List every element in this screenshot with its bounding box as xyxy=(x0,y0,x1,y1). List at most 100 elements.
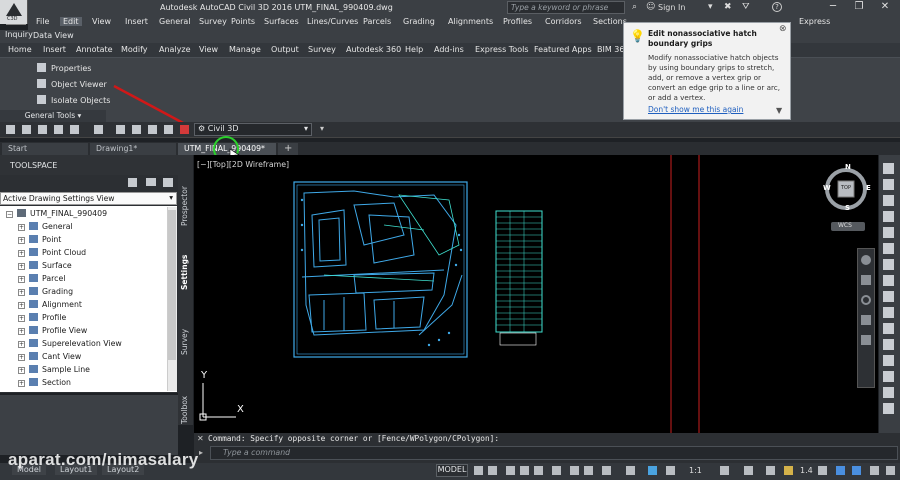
tree-item-point[interactable]: + Point xyxy=(18,235,61,248)
properties-button[interactable]: Properties xyxy=(37,63,91,73)
match-properties-icon[interactable] xyxy=(116,125,125,134)
general-tools-panel-title[interactable]: General Tools ▾ xyxy=(0,110,106,122)
new-icon[interactable] xyxy=(6,125,15,134)
tree-root[interactable]: − UTM_FINAL_990409 xyxy=(6,209,107,222)
annotation-scale[interactable]: 1:1 xyxy=(689,466,702,475)
zoom-icon[interactable] xyxy=(861,295,871,305)
command-close-icon[interactable]: ✕ xyxy=(197,434,204,443)
tree-scrollbar-thumb[interactable] xyxy=(168,210,176,360)
orbit-icon[interactable] xyxy=(861,315,871,325)
nav-tool-icon-9[interactable] xyxy=(883,291,894,302)
tree-item-profile[interactable]: + Profile xyxy=(18,313,66,326)
close-button[interactable]: ✕ xyxy=(872,1,898,15)
nav-tool-icon-8[interactable] xyxy=(883,275,894,286)
tab-home[interactable]: Home xyxy=(8,45,32,54)
nav-tool-icon-7[interactable] xyxy=(883,259,894,270)
tab-analyze[interactable]: Analyze xyxy=(159,45,191,54)
menu-file[interactable]: File xyxy=(33,17,52,26)
menu-corridors[interactable]: Corridors xyxy=(542,17,585,26)
infer-icon[interactable] xyxy=(506,466,515,475)
toolspace-toggle-icon[interactable] xyxy=(128,178,137,187)
dont-show-again-link[interactable]: Don't show me this again xyxy=(648,105,743,114)
auto-scale-icon[interactable] xyxy=(666,466,675,475)
nav-tool-icon-1[interactable] xyxy=(883,163,894,174)
menu-points[interactable]: Points xyxy=(228,17,258,26)
tree-item-cant-view[interactable]: + Cant View xyxy=(18,352,81,365)
isolate-objects-status-icon[interactable] xyxy=(818,466,827,475)
nav-tool-icon-14[interactable] xyxy=(883,371,894,382)
menu-insert[interactable]: Insert xyxy=(122,17,151,26)
quick-properties-icon[interactable] xyxy=(784,466,793,475)
plot-icon[interactable] xyxy=(54,125,63,134)
tab-modify[interactable]: Modify xyxy=(121,45,148,54)
steering-wheel-icon[interactable] xyxy=(861,255,871,265)
tab-featured-apps[interactable]: Featured Apps xyxy=(534,45,592,54)
toolspace-view-icon[interactable] xyxy=(146,178,156,186)
tree-item-alignment[interactable]: + Alignment xyxy=(18,300,82,313)
polar-icon[interactable] xyxy=(552,466,561,475)
customization-icon[interactable] xyxy=(870,466,879,475)
menu-profiles[interactable]: Profiles xyxy=(500,17,535,26)
tree-item-section[interactable]: + Section xyxy=(18,378,71,391)
tab-manage[interactable]: Manage xyxy=(229,45,261,54)
app-menu-button[interactable]: C3D xyxy=(0,0,28,24)
doc-tab-start[interactable]: Start xyxy=(2,143,88,155)
menu-view[interactable]: View xyxy=(89,17,114,26)
side-tab-prospector[interactable]: Prospector xyxy=(180,186,189,226)
help-search-input[interactable]: Type a keyword or phrase xyxy=(507,1,625,14)
units-icon[interactable] xyxy=(766,466,775,475)
object-viewer-button[interactable]: Object Viewer xyxy=(37,79,107,89)
nav-tool-icon-13[interactable] xyxy=(883,355,894,366)
balloon-expand-icon[interactable]: ▼ xyxy=(776,106,782,115)
side-tab-settings[interactable]: Settings xyxy=(180,255,189,290)
side-tab-toolbox[interactable]: Toolbox xyxy=(180,396,189,424)
menu-survey[interactable]: Survey xyxy=(196,17,230,26)
menu-general[interactable]: General xyxy=(156,17,194,26)
tree-item-profile-view[interactable]: + Profile View xyxy=(18,326,87,339)
tab-survey[interactable]: Survey xyxy=(308,45,336,54)
menu-lines-curves[interactable]: Lines/Curves xyxy=(304,17,361,26)
new-tab-button[interactable]: + xyxy=(278,143,299,155)
workspace-switch-icon[interactable] xyxy=(720,466,729,475)
tab-add-ins[interactable]: Add-ins xyxy=(434,45,464,54)
tree-item-point-cloud[interactable]: + Point Cloud xyxy=(18,248,86,261)
tree-item-surface[interactable]: + Surface xyxy=(18,261,72,274)
toolspace-settings-icon[interactable] xyxy=(163,178,173,187)
pan-icon[interactable] xyxy=(861,275,871,285)
snap-icon[interactable] xyxy=(488,466,497,475)
lineweight-icon[interactable] xyxy=(626,466,635,475)
menu-surfaces[interactable]: Surfaces xyxy=(261,17,302,26)
tab-view[interactable]: View xyxy=(199,45,218,54)
nav-tool-icon-16[interactable] xyxy=(883,403,894,414)
save-icon[interactable] xyxy=(38,125,47,134)
tree-item-grading[interactable]: + Grading xyxy=(18,287,73,300)
sign-in-button[interactable]: Sign In xyxy=(658,3,685,12)
menu-edit[interactable]: Edit xyxy=(60,17,82,26)
menu-alignments[interactable]: Alignments xyxy=(445,17,496,26)
menu-data-view[interactable]: Data View xyxy=(33,31,74,40)
command-input[interactable]: Type a command xyxy=(210,446,898,460)
tab-autodesk-360[interactable]: Autodesk 360 xyxy=(346,45,401,54)
clean-screen-icon[interactable] xyxy=(852,466,861,475)
menu-grading[interactable]: Grading xyxy=(400,17,438,26)
tree-item-superelevation-view[interactable]: + Superelevation View xyxy=(18,339,122,352)
toolspace-view-select[interactable]: Active Drawing Settings View ▾ xyxy=(0,192,177,205)
nav-tool-icon-3[interactable] xyxy=(883,195,894,206)
dynamic-input-icon[interactable] xyxy=(520,466,529,475)
help-icon[interactable]: ? xyxy=(772,2,782,12)
menu-express[interactable]: Express xyxy=(796,17,833,26)
annotation-visibility-icon[interactable] xyxy=(648,466,657,475)
tree-item-parcel[interactable]: + Parcel xyxy=(18,274,65,287)
ortho-icon[interactable] xyxy=(534,466,543,475)
object-snap-tracking-icon[interactable] xyxy=(584,466,593,475)
nav-tool-icon-6[interactable] xyxy=(883,243,894,254)
annotation-monitor-icon[interactable] xyxy=(744,466,753,475)
print-icon[interactable] xyxy=(148,125,157,134)
exchange-icon[interactable]: ✖ xyxy=(724,2,732,12)
redo-icon[interactable] xyxy=(94,125,103,134)
menu-parcels[interactable]: Parcels xyxy=(360,17,394,26)
isolate-objects-button[interactable]: Isolate Objects xyxy=(37,95,110,105)
search-icon[interactable]: ⌕ xyxy=(632,2,637,12)
restore-button[interactable]: ❐ xyxy=(846,1,872,15)
tab-express-tools[interactable]: Express Tools xyxy=(475,45,529,54)
